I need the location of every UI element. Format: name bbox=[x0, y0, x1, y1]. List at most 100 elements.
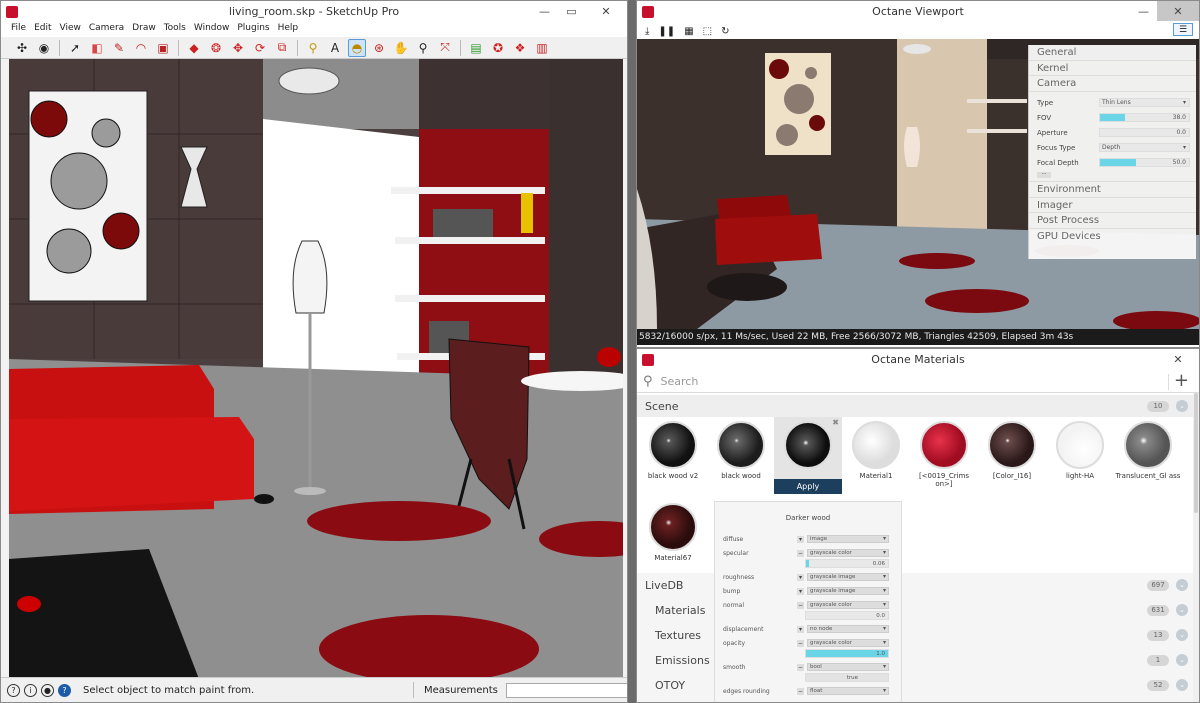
rectangle-tool-icon[interactable]: ▣ bbox=[154, 39, 172, 57]
menu-window[interactable]: Window bbox=[194, 23, 230, 37]
specular-slider[interactable]: 0.06 bbox=[805, 559, 889, 568]
param-toggle[interactable]: ▾ bbox=[797, 535, 804, 543]
move-tool-icon[interactable]: ✥ bbox=[229, 39, 247, 57]
menu-file[interactable]: File bbox=[11, 23, 26, 37]
scene-group-header[interactable]: Scene bbox=[637, 395, 1195, 417]
text-tool-icon[interactable]: A bbox=[326, 39, 344, 57]
paint-bucket-tool-icon[interactable]: ◓ bbox=[348, 38, 366, 57]
share-model-icon[interactable]: ✪ bbox=[489, 39, 507, 57]
chevron-icon[interactable]: ⌄ bbox=[1176, 679, 1188, 691]
select-tool-icon[interactable]: ➚ bbox=[66, 39, 84, 57]
param-type-dropdown[interactable]: float bbox=[807, 687, 889, 695]
param-type-dropdown[interactable]: grayscale image bbox=[807, 573, 889, 581]
chevron-icon[interactable]: ⌄ bbox=[1176, 629, 1188, 641]
materials-scrollbar[interactable] bbox=[1193, 393, 1199, 702]
section-general[interactable]: General bbox=[1029, 45, 1196, 61]
eraser-tool-icon[interactable]: ◧ bbox=[88, 39, 106, 57]
materials-close-button[interactable]: ✕ bbox=[1157, 349, 1199, 369]
menu-draw[interactable]: Draw bbox=[132, 23, 156, 37]
search-input[interactable]: Search bbox=[661, 375, 699, 388]
extension-warehouse-icon[interactable]: ▥ bbox=[533, 39, 551, 57]
param-type-dropdown[interactable]: bool bbox=[807, 663, 889, 671]
render-settings-icon[interactable]: ◉ bbox=[35, 39, 53, 57]
param-type-dropdown[interactable]: grayscale color bbox=[807, 639, 889, 647]
tape-measure-tool-icon[interactable]: ⚲ bbox=[304, 39, 322, 57]
menu-tools[interactable]: Tools bbox=[164, 23, 186, 37]
pan-tool-icon[interactable]: ✋ bbox=[392, 39, 410, 57]
remove-material-icon[interactable]: ✖ bbox=[832, 418, 839, 427]
material-thumb[interactable]: Material1 bbox=[842, 417, 910, 480]
menu-edit[interactable]: Edit bbox=[34, 23, 51, 37]
param-type-dropdown[interactable]: grayscale image bbox=[807, 587, 889, 595]
section-kernel[interactable]: Kernel bbox=[1029, 61, 1196, 77]
section-camera[interactable]: Camera bbox=[1029, 76, 1196, 93]
param-collapse[interactable]: − bbox=[797, 663, 804, 671]
opacity-slider[interactable]: 1.0 bbox=[805, 649, 889, 658]
material-thumb[interactable]: black wood v2 bbox=[639, 417, 707, 480]
param-type-dropdown[interactable]: grayscale color bbox=[807, 601, 889, 609]
focal-depth-slider[interactable]: 50.0 bbox=[1099, 158, 1190, 168]
chevron-icon[interactable]: ⌄ bbox=[1176, 654, 1188, 666]
pause-icon[interactable]: ❚❚ bbox=[658, 26, 675, 37]
param-toggle[interactable]: ▾ bbox=[797, 573, 804, 581]
viewport-minimize-button[interactable]: — bbox=[1130, 1, 1157, 21]
geo-location-icon[interactable]: ? bbox=[7, 683, 20, 697]
add-material-button[interactable]: + bbox=[1174, 371, 1189, 391]
param-type-dropdown[interactable]: no node bbox=[807, 625, 889, 633]
measurements-input[interactable] bbox=[505, 682, 627, 698]
region-render-icon[interactable]: ▦ bbox=[684, 26, 693, 37]
normal-slider[interactable]: 0.0 bbox=[805, 611, 889, 620]
param-collapse[interactable]: − bbox=[797, 687, 804, 695]
fov-slider[interactable]: 38.0 bbox=[1099, 113, 1190, 123]
camera-type-dropdown[interactable]: Thin Lens ▾ bbox=[1099, 98, 1190, 108]
components-icon[interactable]: ❖ bbox=[511, 39, 529, 57]
material-thumb[interactable]: [<0019_Crims on>] bbox=[910, 417, 978, 488]
restart-render-icon[interactable]: ↻ bbox=[721, 26, 729, 37]
follow-me-tool-icon[interactable]: ❂ bbox=[207, 39, 225, 57]
param-type-dropdown[interactable]: image bbox=[807, 535, 889, 543]
material-thumb[interactable]: light-HA bbox=[1046, 417, 1114, 480]
param-toggle[interactable]: ▾ bbox=[797, 625, 804, 633]
param-toggle[interactable]: ▾ bbox=[797, 587, 804, 595]
viewport-menu-icon[interactable]: ☰ bbox=[1173, 23, 1193, 36]
material-thumb[interactable]: [Color_I16] bbox=[978, 417, 1046, 480]
pick-focus-icon[interactable]: ⬚ bbox=[703, 26, 712, 37]
help-icon[interactable]: ? bbox=[58, 683, 71, 697]
section-post-process[interactable]: Post Process bbox=[1029, 213, 1196, 230]
maximize-button[interactable]: ▭ bbox=[558, 1, 585, 21]
apply-button[interactable]: Apply bbox=[774, 479, 842, 494]
3d-warehouse-icon[interactable]: ▤ bbox=[467, 39, 485, 57]
menu-plugins[interactable]: Plugins bbox=[237, 23, 269, 37]
scene-chevron-icon[interactable]: ⌄ bbox=[1176, 400, 1188, 412]
material-thumb[interactable]: Translucent_Gl ass bbox=[1114, 417, 1182, 480]
viewport-close-button[interactable]: ✕ bbox=[1157, 1, 1199, 21]
param-collapse[interactable]: − bbox=[797, 601, 804, 609]
zoom-tool-icon[interactable]: ⚲ bbox=[414, 39, 432, 57]
aperture-slider[interactable]: 0.0 bbox=[1099, 128, 1190, 138]
octane-logo-icon[interactable]: ✣ bbox=[13, 39, 31, 57]
section-imager[interactable]: Imager bbox=[1029, 198, 1196, 214]
section-gpu-devices[interactable]: GPU Devices bbox=[1029, 229, 1196, 245]
chevron-icon[interactable]: ⌄ bbox=[1176, 604, 1188, 616]
more-camera-settings-button[interactable]: ··· bbox=[1037, 172, 1051, 179]
section-environment[interactable]: Environment bbox=[1029, 182, 1196, 198]
material-thumb[interactable]: black wood bbox=[707, 417, 775, 480]
smooth-toggle[interactable]: true bbox=[805, 673, 889, 682]
user-account-icon[interactable]: ● bbox=[41, 683, 54, 697]
material-thumb[interactable]: Material67 bbox=[639, 499, 707, 562]
push-pull-tool-icon[interactable]: ◆ bbox=[185, 39, 203, 57]
scale-tool-icon[interactable]: ⧉ bbox=[273, 39, 291, 57]
rotate-tool-icon[interactable]: ⟳ bbox=[251, 39, 269, 57]
menu-help[interactable]: Help bbox=[278, 23, 299, 37]
credits-icon[interactable]: i bbox=[24, 683, 37, 697]
save-render-icon[interactable]: ⤓ bbox=[645, 26, 649, 37]
pencil-tool-icon[interactable]: ✎ bbox=[110, 39, 128, 57]
menu-view[interactable]: View bbox=[60, 23, 81, 37]
param-collapse[interactable]: − bbox=[797, 549, 804, 557]
orbit-tool-icon[interactable]: ⊛ bbox=[370, 39, 388, 57]
menu-camera[interactable]: Camera bbox=[89, 23, 124, 37]
param-type-dropdown[interactable]: grayscale color bbox=[807, 549, 889, 557]
minimize-button[interactable]: — bbox=[531, 1, 558, 21]
sketchup-3d-viewport[interactable] bbox=[9, 59, 623, 679]
close-button[interactable]: ✕ bbox=[585, 1, 627, 21]
